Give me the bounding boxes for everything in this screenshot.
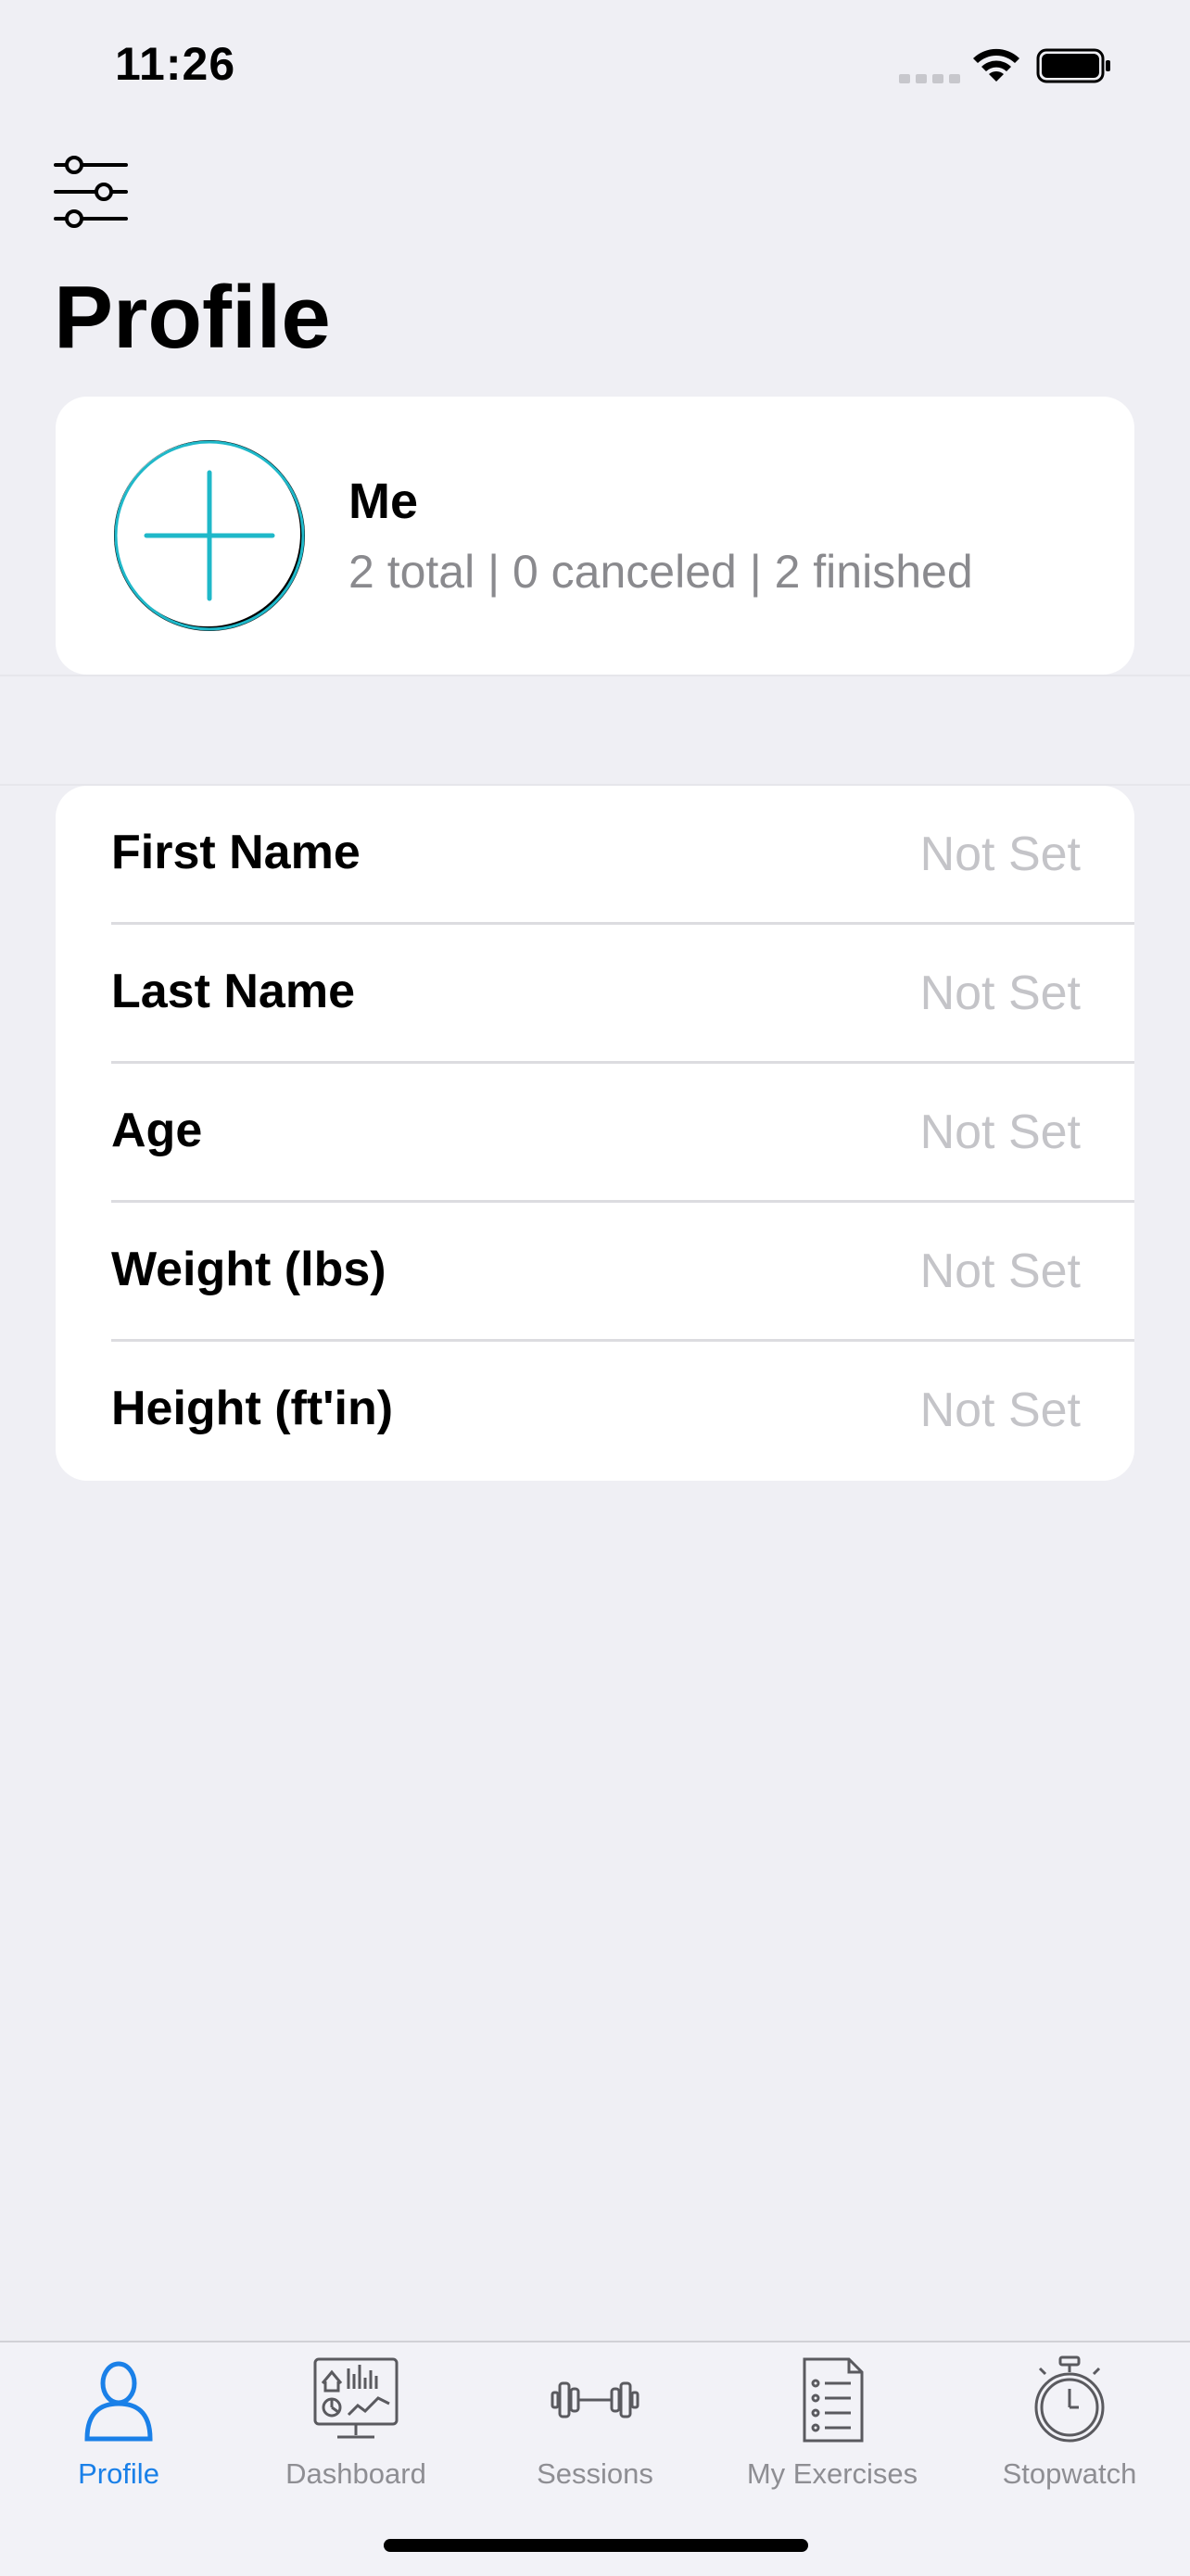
detail-value: Not Set bbox=[919, 1105, 1081, 1159]
home-indicator bbox=[384, 2539, 808, 2552]
battery-icon bbox=[1036, 48, 1110, 83]
status-time: 11:26 bbox=[115, 38, 236, 90]
first-name-row[interactable]: First Name Not Set bbox=[56, 786, 1134, 925]
checklist-icon bbox=[803, 2357, 864, 2443]
detail-label: Last Name bbox=[111, 965, 355, 1018]
tab-dashboard[interactable]: Dashboard bbox=[237, 2342, 475, 2500]
stopwatch-icon bbox=[1034, 2355, 1105, 2443]
tab-my-exercises[interactable]: My Exercises bbox=[714, 2342, 951, 2500]
detail-label: Age bbox=[111, 1104, 203, 1157]
tab-label: Stopwatch bbox=[1002, 2457, 1137, 2490]
profile-name: Me bbox=[348, 474, 419, 529]
filter-settings-icon[interactable] bbox=[54, 156, 128, 228]
tab-label: Sessions bbox=[537, 2457, 653, 2490]
person-icon bbox=[84, 2361, 153, 2442]
detail-label: First Name bbox=[111, 826, 361, 879]
session-stats: 2 total | 0 canceled | 2 finished bbox=[348, 546, 973, 598]
weight-row[interactable]: Weight (lbs) Not Set bbox=[56, 1203, 1134, 1342]
last-name-row[interactable]: Last Name Not Set bbox=[56, 925, 1134, 1064]
status-bar: 11:26 bbox=[0, 0, 1190, 130]
page-title: Profile bbox=[54, 268, 331, 367]
detail-value: Not Set bbox=[919, 1244, 1081, 1298]
tab-label: Profile bbox=[78, 2457, 159, 2490]
detail-label: Weight (lbs) bbox=[111, 1243, 386, 1296]
wifi-icon bbox=[973, 48, 1019, 82]
age-row[interactable]: Age Not Set bbox=[56, 1064, 1134, 1203]
tab-profile[interactable]: Profile bbox=[0, 2342, 237, 2500]
tab-sessions[interactable]: Sessions bbox=[476, 2342, 714, 2500]
tab-label: Dashboard bbox=[285, 2457, 426, 2490]
detail-value: Not Set bbox=[919, 1383, 1081, 1437]
detail-value: Not Set bbox=[919, 827, 1081, 881]
profile-details-list: First Name Not Set Last Name Not Set Age… bbox=[56, 786, 1134, 1481]
height-row[interactable]: Height (ft'in) Not Set bbox=[56, 1342, 1134, 1481]
add-photo-icon[interactable] bbox=[111, 437, 308, 634]
section-divider bbox=[0, 675, 1190, 676]
detail-value: Not Set bbox=[919, 966, 1081, 1020]
cellular-signal-icon bbox=[899, 74, 960, 83]
tab-stopwatch[interactable]: Stopwatch bbox=[951, 2342, 1188, 2500]
profile-summary-card[interactable]: Me 2 total | 0 canceled | 2 finished bbox=[56, 397, 1134, 675]
dumbbell-icon bbox=[551, 2381, 639, 2418]
detail-label: Height (ft'in) bbox=[111, 1382, 394, 1435]
dashboard-icon bbox=[313, 2357, 399, 2439]
tab-label: My Exercises bbox=[746, 2457, 918, 2490]
